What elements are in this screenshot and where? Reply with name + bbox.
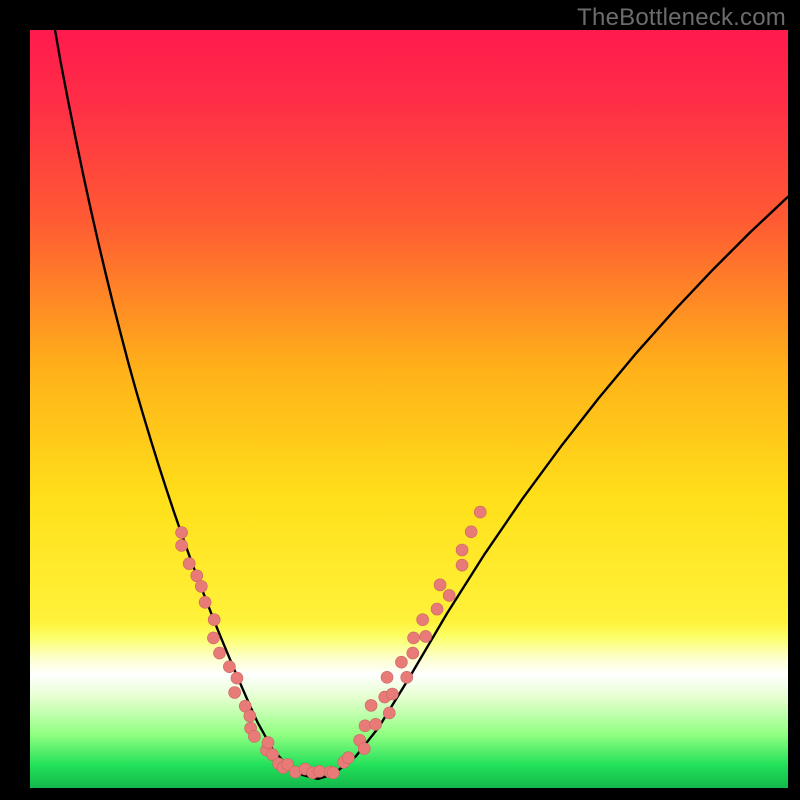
- chart-plot-area: [30, 30, 788, 788]
- data-point: [381, 671, 393, 683]
- data-point: [456, 559, 468, 571]
- data-point: [434, 579, 446, 591]
- data-point: [183, 558, 195, 570]
- data-point: [370, 718, 382, 730]
- data-point: [456, 544, 468, 556]
- data-point: [465, 526, 477, 538]
- data-point: [248, 730, 260, 742]
- data-point: [408, 632, 420, 644]
- data-point: [327, 767, 339, 779]
- data-point: [401, 671, 413, 683]
- data-point: [314, 765, 326, 777]
- chart-svg: [30, 30, 788, 788]
- data-point: [207, 632, 219, 644]
- chart-frame: TheBottleneck.com: [0, 0, 800, 800]
- data-point: [208, 614, 220, 626]
- data-point: [214, 647, 226, 659]
- data-point: [474, 506, 486, 518]
- data-point: [431, 603, 443, 615]
- data-point: [365, 699, 377, 711]
- data-point: [223, 661, 235, 673]
- data-point: [358, 743, 370, 755]
- data-point: [191, 570, 203, 582]
- data-point: [407, 647, 419, 659]
- data-point: [195, 580, 207, 592]
- data-point: [199, 596, 211, 608]
- data-point: [359, 720, 371, 732]
- data-point: [244, 710, 256, 722]
- data-point: [443, 589, 455, 601]
- data-point: [231, 672, 243, 684]
- data-point: [420, 630, 432, 642]
- data-point: [395, 656, 407, 668]
- bottleneck-curve: [55, 30, 788, 779]
- data-point: [386, 688, 398, 700]
- data-point: [417, 614, 429, 626]
- data-point: [262, 737, 274, 749]
- data-point: [176, 527, 188, 539]
- data-point: [342, 752, 354, 764]
- data-point: [176, 539, 188, 551]
- data-point: [229, 686, 241, 698]
- watermark-label: TheBottleneck.com: [577, 4, 786, 32]
- data-point: [383, 707, 395, 719]
